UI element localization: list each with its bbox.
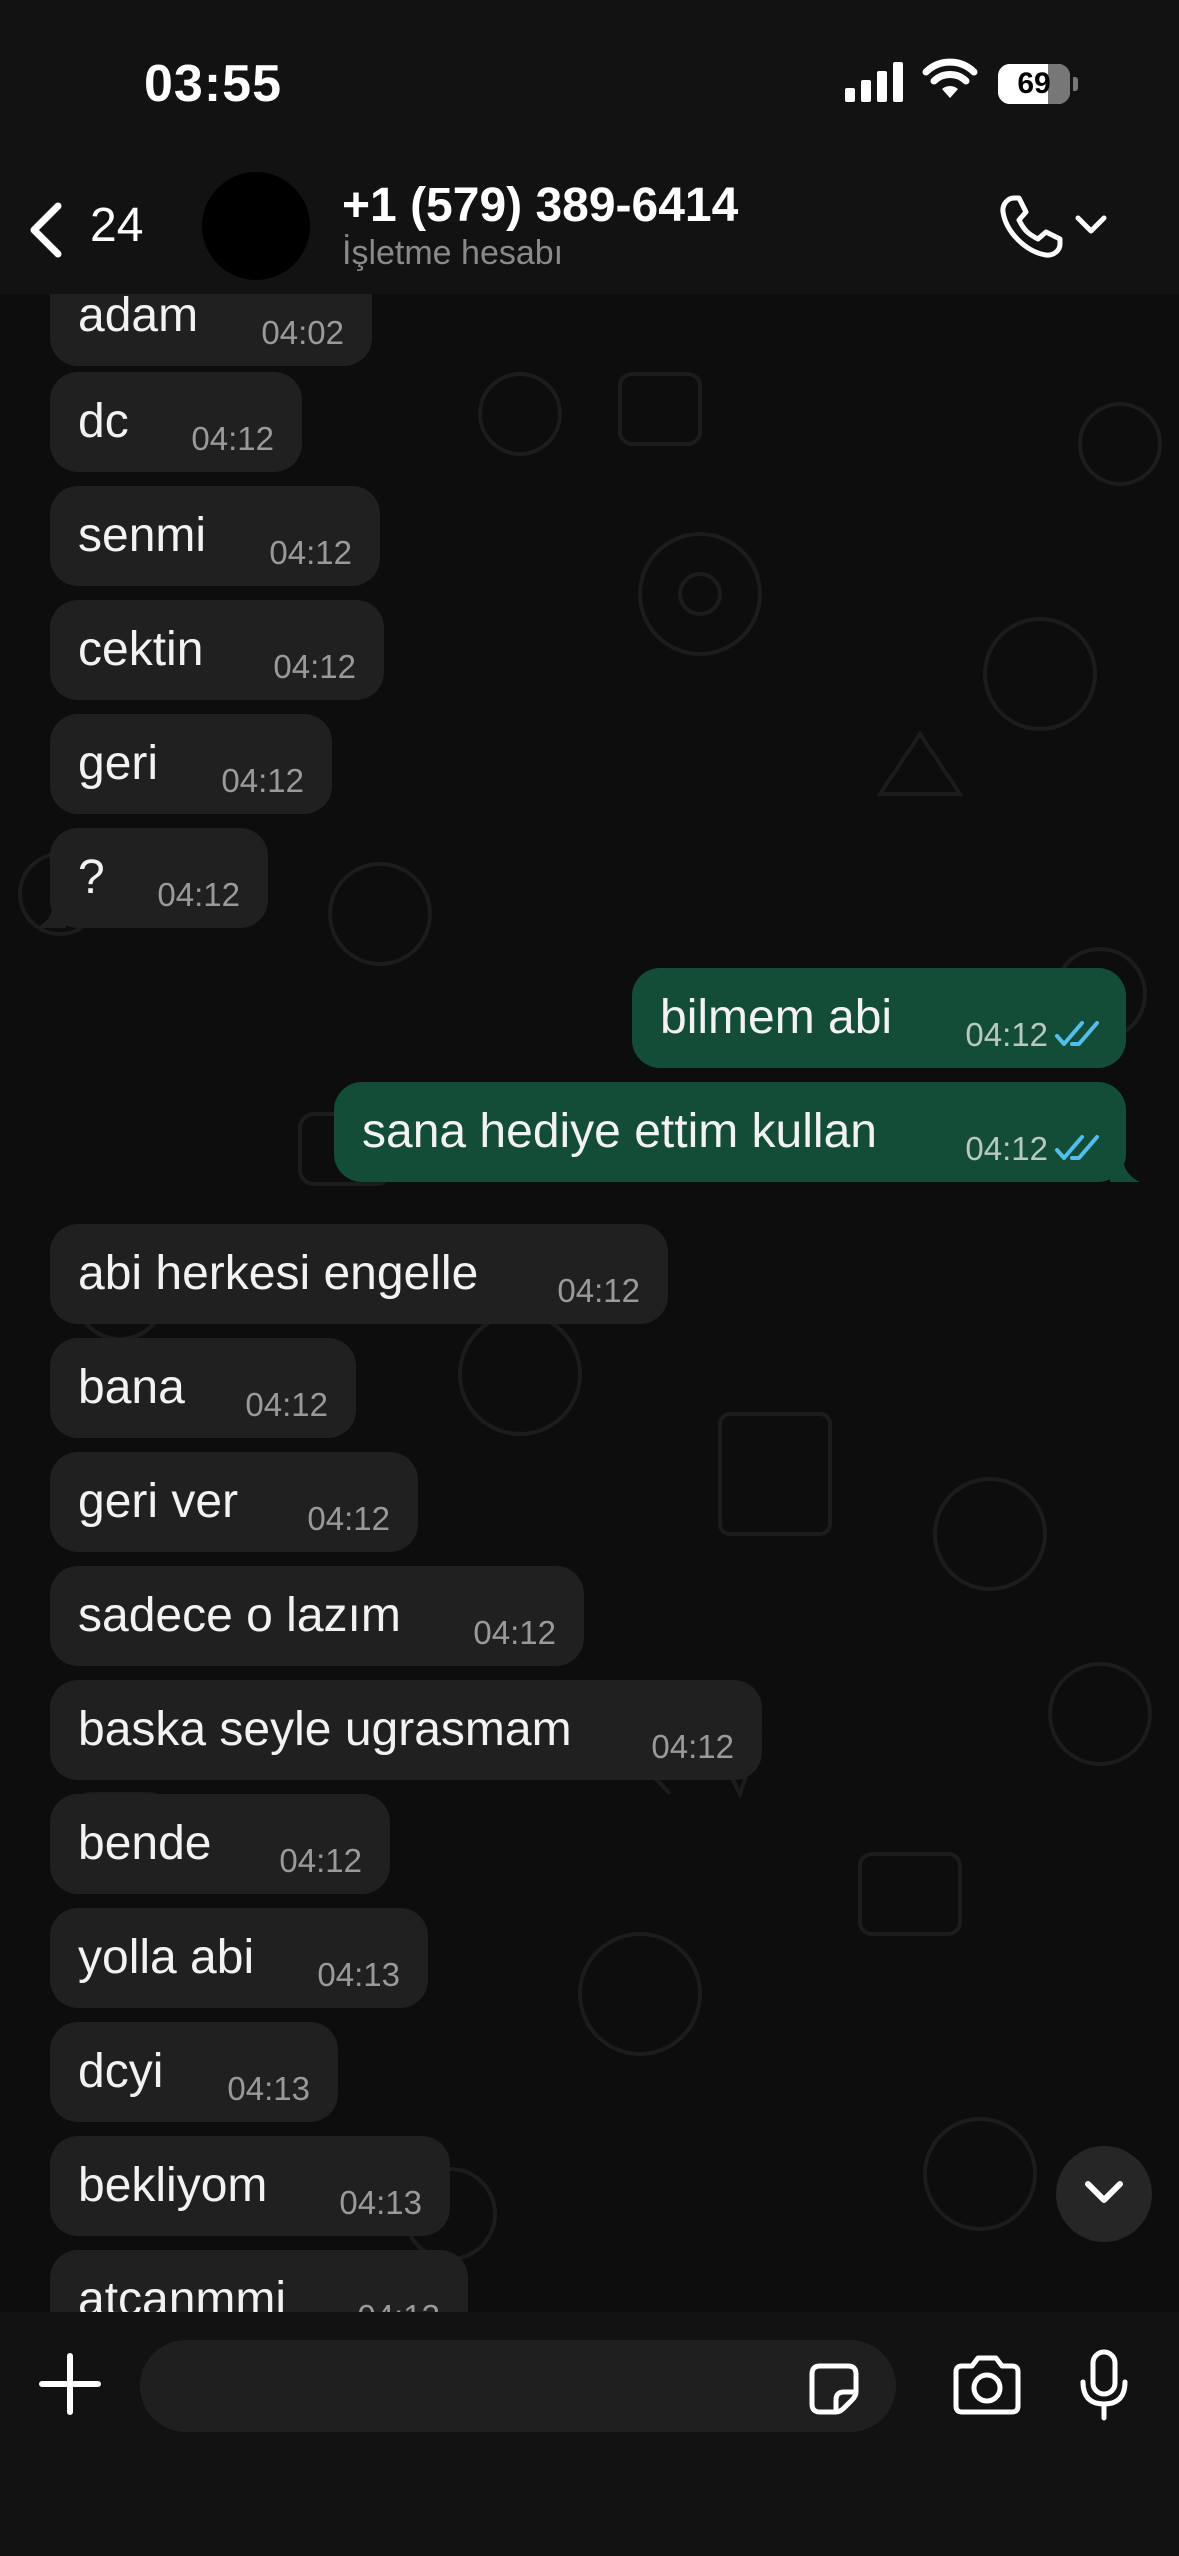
message-text: senmi xyxy=(78,509,207,562)
plus-icon[interactable] xyxy=(38,2352,102,2416)
message-timestamp: 04:12 xyxy=(279,1842,362,1879)
bubble-tail xyxy=(36,898,66,928)
message-timestamp: 04:12 xyxy=(473,1614,556,1651)
message-timestamp: 04:13 xyxy=(317,1956,400,1993)
incoming-message[interactable]: abi herkesi engelle 04:12 xyxy=(50,1224,668,1324)
message-text: dc xyxy=(78,395,129,448)
message-timestamp: 04:12 xyxy=(273,648,356,685)
message-text: ? xyxy=(78,851,105,904)
message-text: sana hediye ettim kullan xyxy=(362,1105,877,1158)
chevron-down-icon[interactable] xyxy=(1074,214,1108,236)
chevron-down-icon xyxy=(1085,2181,1123,2203)
message-timestamp: 04:13 xyxy=(227,2070,310,2107)
message-text: bekliyom xyxy=(78,2159,268,2212)
contact-name[interactable]: +1 (579) 389-6414 xyxy=(342,178,738,233)
incoming-message[interactable]: geri ver 04:12 xyxy=(50,1452,418,1552)
incoming-message[interactable]: adam 04:02 xyxy=(50,294,372,366)
message-timestamp: 04:12 xyxy=(965,1016,1048,1053)
back-chevron-icon[interactable] xyxy=(24,200,68,260)
message-text: cektin xyxy=(78,623,204,676)
message-text: bende xyxy=(78,1817,212,1870)
incoming-message[interactable]: atcanmmi 04:13 xyxy=(50,2250,468,2312)
message-timestamp: 04:12 xyxy=(557,1272,640,1309)
incoming-message[interactable]: dc 04:12 xyxy=(50,372,302,472)
read-ticks-icon xyxy=(1055,1135,1099,1160)
wifi-icon xyxy=(922,58,978,98)
composer-bar xyxy=(0,2312,1179,2556)
message-timestamp: 04:12 xyxy=(191,420,274,457)
message-timestamp: 04:12 xyxy=(245,1386,328,1423)
incoming-message[interactable]: baska seyle ugrasmam 04:12 xyxy=(50,1680,762,1780)
battery-indicator: 69 xyxy=(998,64,1078,104)
incoming-message[interactable]: senmi 04:12 xyxy=(50,486,380,586)
battery-level: 69 xyxy=(1017,67,1051,100)
message-text: geri ver xyxy=(78,1475,239,1528)
message-input[interactable] xyxy=(140,2340,896,2432)
incoming-message[interactable]: sadece o lazım 04:12 xyxy=(50,1566,584,1666)
signal-icon xyxy=(845,62,903,102)
message-timestamp: 04:12 xyxy=(307,1500,390,1537)
bubble-tail xyxy=(1110,1152,1140,1182)
message-timestamp: 04:13 xyxy=(339,2184,422,2221)
incoming-message[interactable]: cektin 04:12 xyxy=(50,600,384,700)
message-timestamp: 04:12 xyxy=(651,1728,734,1765)
message-timestamp: 04:12 xyxy=(157,876,240,913)
message-text: bilmem abi xyxy=(660,991,893,1044)
phone-icon[interactable] xyxy=(996,192,1066,262)
incoming-message[interactable]: bende 04:12 xyxy=(50,1794,390,1894)
message-text: baska seyle ugrasmam xyxy=(78,1703,572,1756)
microphone-icon[interactable] xyxy=(1076,2348,1132,2424)
incoming-message[interactable]: yolla abi 04:13 xyxy=(50,1908,428,2008)
incoming-message[interactable]: bekliyom 04:13 xyxy=(50,2136,450,2236)
incoming-message[interactable]: bana 04:12 xyxy=(50,1338,356,1438)
message-text: geri xyxy=(78,737,159,790)
contact-subtitle[interactable]: İşletme hesabı xyxy=(342,234,563,273)
camera-icon[interactable] xyxy=(950,2354,1024,2416)
message-timestamp: 04:12 xyxy=(965,1130,1048,1167)
message-text: abi herkesi engelle xyxy=(78,1247,479,1300)
message-timestamp: 04:13 xyxy=(357,2298,440,2312)
chat-header: 24 +1 (579) 389-6414 İşletme hesabı xyxy=(0,160,1179,294)
message-text: atcanmmi xyxy=(78,2273,287,2312)
avatar[interactable] xyxy=(202,172,310,280)
incoming-message[interactable]: geri 04:12 xyxy=(50,714,332,814)
message-timestamp: 04:02 xyxy=(261,314,344,351)
message-text: dcyi xyxy=(78,2045,164,2098)
message-text: yolla abi xyxy=(78,1931,255,1984)
incoming-message[interactable]: ? 04:12 xyxy=(36,828,268,928)
status-bar: 03:55 69 xyxy=(0,0,1179,160)
message-timestamp: 04:12 xyxy=(221,762,304,799)
message-text: bana xyxy=(78,1361,185,1414)
unread-count[interactable]: 24 xyxy=(90,198,143,253)
scroll-to-bottom-button[interactable] xyxy=(1056,2146,1152,2242)
message-timestamp: 04:12 xyxy=(269,534,352,571)
incoming-message[interactable]: dcyi 04:13 xyxy=(50,2022,338,2122)
sticker-icon[interactable] xyxy=(804,2360,864,2420)
outgoing-message[interactable]: bilmem abi 04:12 xyxy=(632,968,1126,1068)
message-text: adam xyxy=(78,294,199,342)
chat-area[interactable]: adam 04:02 dc 04:12 senmi 04:12 cektin 04:12 ger… xyxy=(0,294,1179,2312)
message-text: sadece o lazım xyxy=(78,1589,401,1642)
status-time: 03:55 xyxy=(144,55,282,113)
read-ticks-icon xyxy=(1055,1021,1099,1046)
outgoing-message[interactable]: sana hediye ettim kullan 04:12 xyxy=(334,1082,1140,1182)
